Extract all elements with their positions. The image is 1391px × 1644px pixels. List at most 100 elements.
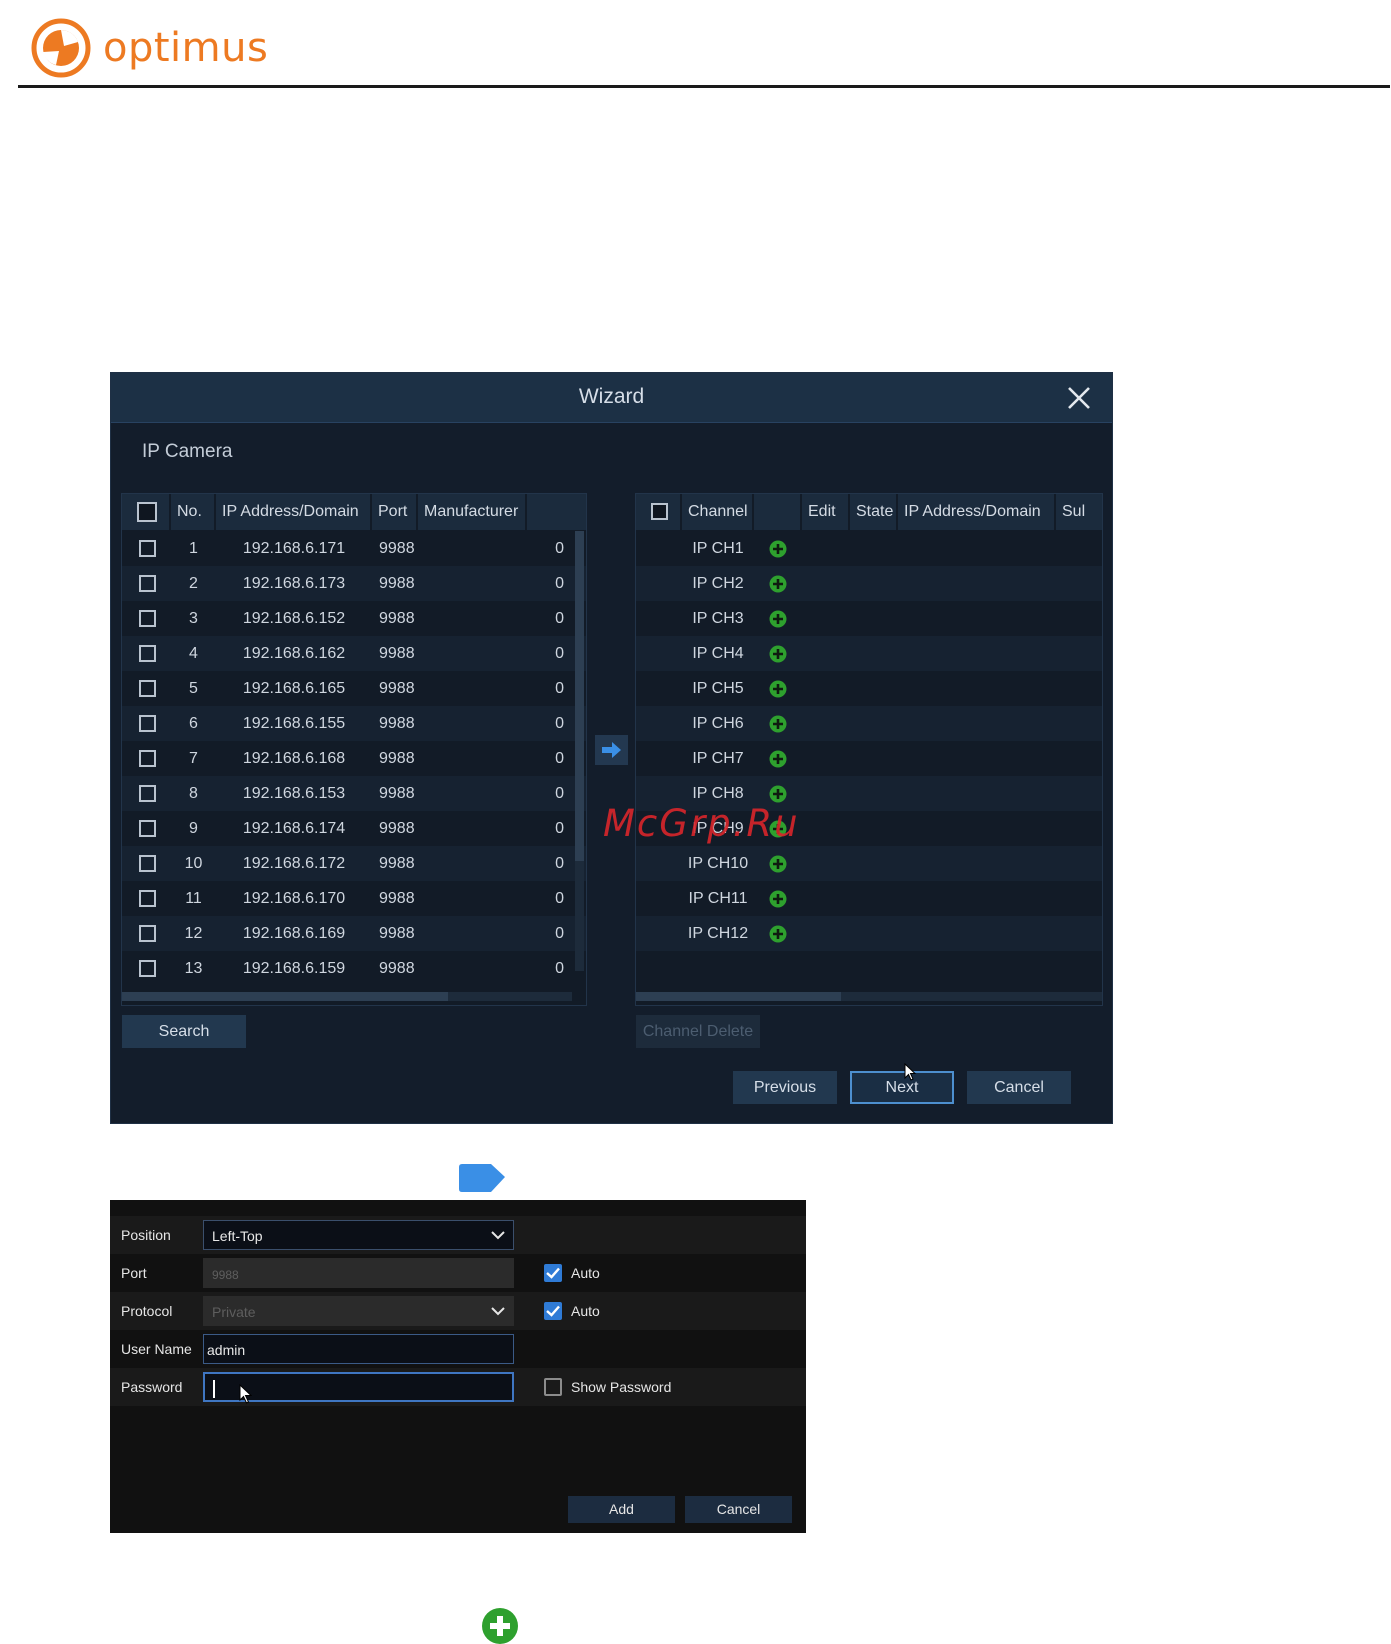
table-row[interactable]: 10 192.168.6.172 9988 0 bbox=[122, 846, 586, 881]
wizard-title: Wizard bbox=[578, 385, 645, 408]
optimus-logo: optimus bbox=[31, 18, 268, 78]
column-header-manufacturer[interactable]: Manufacturer bbox=[418, 494, 527, 530]
row-checkbox[interactable] bbox=[139, 610, 156, 627]
select-all-checkbox[interactable] bbox=[137, 502, 157, 522]
cell-ip: 192.168.6.162 bbox=[242, 645, 346, 662]
wizard-window: Wizard IP Camera No. IP Address/Domain P… bbox=[110, 372, 1113, 1124]
row-checkbox[interactable] bbox=[139, 925, 156, 942]
username-input[interactable]: admin bbox=[203, 1334, 514, 1364]
horizontal-scrollbar[interactable] bbox=[122, 992, 572, 1001]
row-checkbox[interactable] bbox=[139, 890, 156, 907]
plus-circle-icon[interactable] bbox=[769, 890, 787, 908]
table-row[interactable]: IP CH10 bbox=[636, 846, 1102, 881]
row-checkbox[interactable] bbox=[139, 575, 156, 592]
search-button[interactable]: Search bbox=[122, 1015, 246, 1048]
row-checkbox[interactable] bbox=[139, 960, 156, 977]
cell-ip: 192.168.6.173 bbox=[242, 575, 346, 592]
column-header-ip[interactable]: IP Address/Domain bbox=[898, 494, 1056, 530]
table-row[interactable]: IP CH2 bbox=[636, 566, 1102, 601]
table-row[interactable]: IP CH12 bbox=[636, 916, 1102, 951]
table-row[interactable]: 5 192.168.6.165 9988 0 bbox=[122, 671, 586, 706]
plus-circle-icon[interactable] bbox=[769, 715, 787, 733]
add-to-channel-button[interactable] bbox=[595, 735, 628, 765]
plus-circle-icon[interactable] bbox=[769, 540, 787, 558]
row-checkbox[interactable] bbox=[139, 785, 156, 802]
column-header-state[interactable]: State bbox=[850, 494, 898, 530]
checkmark-icon bbox=[546, 1267, 560, 1279]
arrow-right-icon bbox=[459, 1164, 505, 1192]
add-button[interactable]: Add bbox=[568, 1496, 675, 1523]
scrollbar-thumb[interactable] bbox=[636, 992, 841, 1001]
table-row[interactable]: 4 192.168.6.162 9988 0 bbox=[122, 636, 586, 671]
vertical-scrollbar[interactable] bbox=[575, 531, 584, 971]
plus-circle-icon[interactable] bbox=[769, 925, 787, 943]
select-all-checkbox[interactable] bbox=[651, 503, 668, 520]
scrollbar-thumb[interactable] bbox=[122, 992, 448, 1001]
table-row[interactable]: 1 192.168.6.171 9988 0 bbox=[122, 531, 586, 566]
password-input[interactable] bbox=[203, 1372, 514, 1404]
position-label: Position bbox=[121, 1227, 171, 1243]
plus-circle-icon[interactable] bbox=[769, 610, 787, 628]
cell-no: 8 bbox=[189, 785, 198, 802]
table-row[interactable]: 11 192.168.6.170 9988 0 bbox=[122, 881, 586, 916]
row-checkbox[interactable] bbox=[139, 680, 156, 697]
table-row[interactable]: IP CH1 bbox=[636, 531, 1102, 566]
add-camera-dialog: Position Left-Top Port 9988 Auto Protoco… bbox=[110, 1200, 806, 1533]
column-header-port[interactable]: Port bbox=[372, 494, 418, 530]
table-row[interactable]: 7 192.168.6.168 9988 0 bbox=[122, 741, 586, 776]
plus-circle-icon[interactable] bbox=[769, 750, 787, 768]
cell-channel: IP CH6 bbox=[692, 715, 744, 732]
row-checkbox[interactable] bbox=[139, 540, 156, 557]
cell-no: 4 bbox=[189, 645, 198, 662]
row-checkbox[interactable] bbox=[139, 855, 156, 872]
column-header-channel[interactable]: Channel bbox=[682, 494, 754, 530]
plus-circle-icon[interactable] bbox=[769, 785, 787, 803]
plus-circle-icon[interactable] bbox=[769, 575, 787, 593]
table-row[interactable]: IP CH5 bbox=[636, 671, 1102, 706]
cancel-button[interactable]: Cancel bbox=[967, 1071, 1071, 1104]
table-row[interactable]: IP CH11 bbox=[636, 881, 1102, 916]
table-row[interactable] bbox=[636, 951, 1102, 986]
row-checkbox[interactable] bbox=[139, 715, 156, 732]
row-checkbox[interactable] bbox=[139, 645, 156, 662]
cell-ip: 192.168.6.168 bbox=[242, 750, 346, 767]
plus-circle-icon[interactable] bbox=[769, 855, 787, 873]
cell-channel: IP CH10 bbox=[687, 855, 749, 872]
column-header-subnet[interactable]: Sul bbox=[1056, 494, 1102, 530]
table-row[interactable]: 13 192.168.6.159 9988 0 bbox=[122, 951, 586, 986]
plus-circle-icon[interactable] bbox=[769, 645, 787, 663]
show-password-checkbox[interactable] bbox=[544, 1378, 562, 1396]
cell-manufacturer: 0 bbox=[555, 715, 564, 732]
table-row[interactable]: IP CH6 bbox=[636, 706, 1102, 741]
dialog-cancel-button[interactable]: Cancel bbox=[685, 1496, 792, 1523]
horizontal-scrollbar[interactable] bbox=[636, 992, 1102, 1001]
row-checkbox[interactable] bbox=[139, 820, 156, 837]
table-row[interactable]: 6 192.168.6.155 9988 0 bbox=[122, 706, 586, 741]
protocol-select[interactable]: Private bbox=[203, 1296, 514, 1326]
column-header-no[interactable]: No. bbox=[171, 494, 216, 530]
password-row: Password Show Password bbox=[110, 1368, 806, 1406]
next-button[interactable]: Next bbox=[850, 1071, 954, 1104]
position-select[interactable]: Left-Top bbox=[203, 1220, 514, 1250]
channel-delete-button[interactable]: Channel Delete bbox=[636, 1015, 760, 1048]
close-icon[interactable] bbox=[1066, 385, 1092, 411]
table-row[interactable]: IP CH7 bbox=[636, 741, 1102, 776]
column-header-edit[interactable]: Edit bbox=[802, 494, 850, 530]
table-row[interactable]: 2 192.168.6.173 9988 0 bbox=[122, 566, 586, 601]
previous-button[interactable]: Previous bbox=[733, 1071, 837, 1104]
table-row[interactable]: 9 192.168.6.174 9988 0 bbox=[122, 811, 586, 846]
table-row[interactable]: IP CH4 bbox=[636, 636, 1102, 671]
table-row[interactable]: IP CH3 bbox=[636, 601, 1102, 636]
row-checkbox[interactable] bbox=[139, 750, 156, 767]
cell-manufacturer: 0 bbox=[555, 645, 564, 662]
mouse-cursor-icon bbox=[239, 1384, 252, 1404]
port-input[interactable]: 9988 bbox=[203, 1258, 514, 1288]
plus-circle-icon[interactable] bbox=[769, 680, 787, 698]
column-header-ip[interactable]: IP Address/Domain bbox=[216, 494, 372, 530]
table-row[interactable]: 8 192.168.6.153 9988 0 bbox=[122, 776, 586, 811]
table-row[interactable]: 3 192.168.6.152 9988 0 bbox=[122, 601, 586, 636]
protocol-auto-checkbox[interactable] bbox=[544, 1302, 562, 1320]
scrollbar-thumb[interactable] bbox=[575, 531, 584, 861]
port-auto-checkbox[interactable] bbox=[544, 1264, 562, 1282]
table-row[interactable]: 12 192.168.6.169 9988 0 bbox=[122, 916, 586, 951]
